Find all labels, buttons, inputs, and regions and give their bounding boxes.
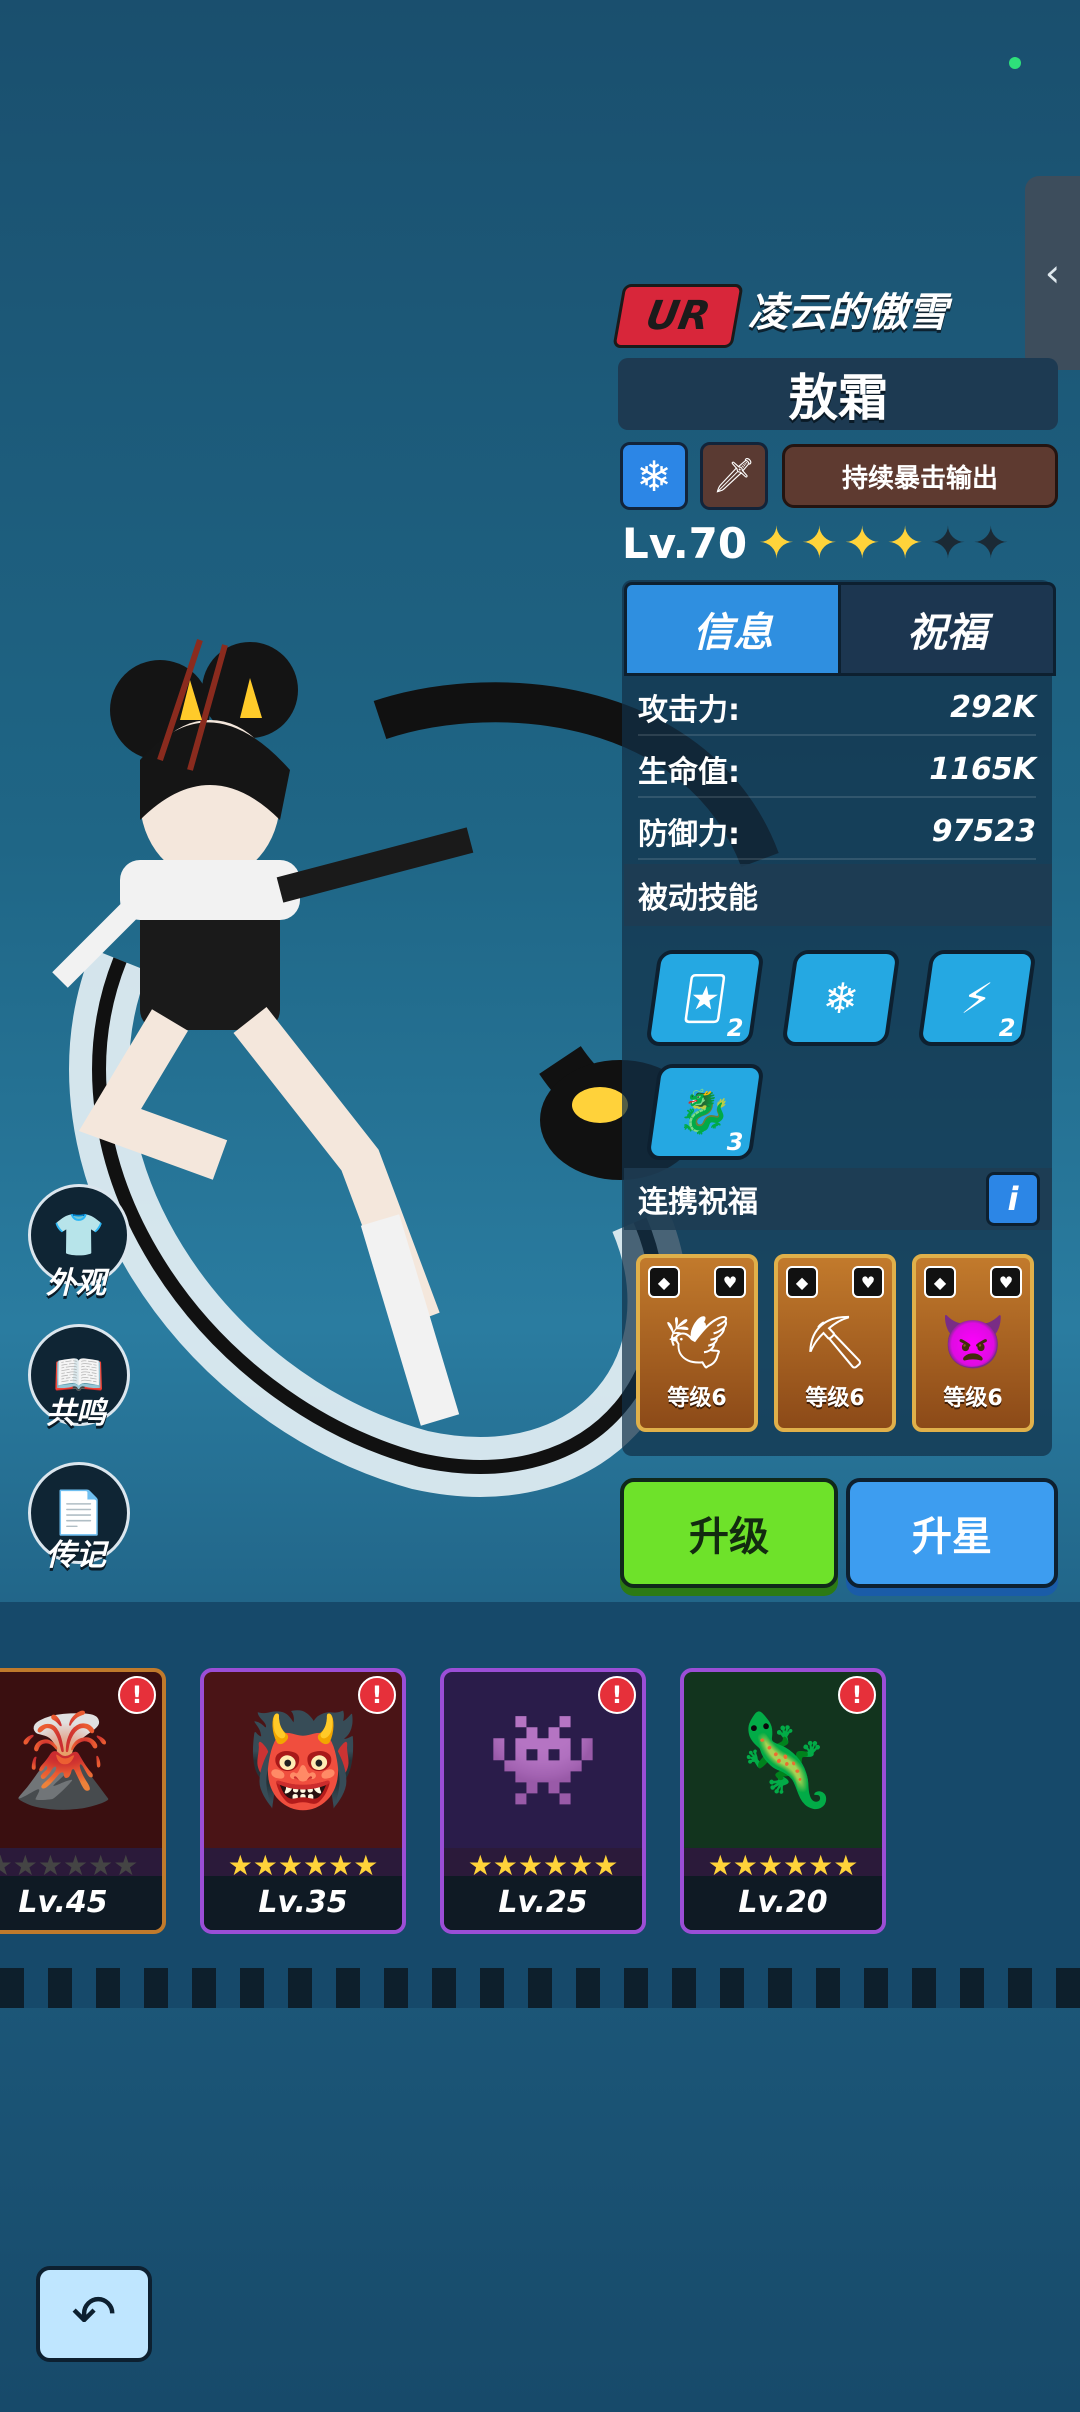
collapse-panel-button[interactable]: ‹	[1025, 176, 1080, 370]
tab-info[interactable]: 信息	[624, 582, 842, 676]
heart-icon: ♥	[852, 1266, 884, 1298]
pet-card[interactable]: 👹 ★★★★★★ Lv.35 !	[200, 1668, 406, 1934]
alert-icon: !	[118, 1676, 156, 1714]
back-arrow-icon: ↶	[71, 2282, 117, 2346]
skill-count: 3	[727, 1128, 744, 1156]
star-filled-icon: ✦	[758, 518, 795, 569]
passive-skill[interactable]: 🐉 3	[645, 1064, 765, 1160]
stat-value: 97523	[931, 813, 1036, 849]
hero-level: Lv.70	[622, 519, 748, 568]
hero-name: 敖霜	[618, 358, 1058, 430]
snowflake-icon: ❄	[819, 973, 863, 1023]
star-filled-icon: ✦	[843, 518, 881, 569]
stat-row-defense: 防御力: 97523	[638, 804, 1036, 860]
stat-value: 1165K	[929, 751, 1036, 787]
alert-icon: !	[838, 1676, 876, 1714]
pet-level: Lv.20	[684, 1876, 882, 1930]
blessing-card[interactable]: ◆ ♥ 🕊 等级6	[636, 1254, 758, 1432]
passive-skill[interactable]: ⚡ 2	[917, 950, 1037, 1046]
role-button[interactable]: 🗡	[700, 442, 768, 510]
bird-icon: 🕊	[663, 1312, 730, 1373]
upgrade-button[interactable]: 升级	[620, 1478, 838, 1588]
status-indicator	[1009, 57, 1021, 69]
pet-level: Lv.35	[204, 1876, 402, 1930]
element-button[interactable]: ❄	[620, 442, 688, 510]
pet-card[interactable]: 👾 ★★★★★★ Lv.25 !	[440, 1668, 646, 1934]
info-button[interactable]: i	[986, 1172, 1040, 1226]
hero-stars: ✦ ✦ ✦ ✦ ✦ ✦	[758, 518, 1009, 570]
card-dice-icon: 🃏	[680, 973, 730, 1023]
hero-title: 凌云的傲雪	[748, 290, 948, 336]
biography-label: 传记	[46, 1538, 106, 1573]
passive-skill[interactable]: ❄	[781, 950, 901, 1046]
snowflake-icon: ❄	[636, 451, 672, 501]
blessing-type-icon: ◆	[786, 1266, 818, 1298]
stat-row-hp: 生命值: 1165K	[638, 742, 1036, 798]
stat-row-attack: 攻击力: 292K	[638, 680, 1036, 736]
heart-icon: ♥	[990, 1266, 1022, 1298]
pet-level: Lv.25	[444, 1876, 642, 1930]
demon-icon: 👿	[940, 1312, 1006, 1373]
skill-count: 2	[999, 1014, 1016, 1042]
blessing-level: 等级6	[667, 1386, 727, 1411]
pet-card[interactable]: 🌋 ★★★★★★ Lv.45 !	[0, 1668, 166, 1934]
shirt-icon: 👕	[52, 1210, 106, 1259]
star-filled-icon: ✦	[886, 518, 924, 569]
resonance-label: 共鸣	[46, 1396, 106, 1431]
passive-skills-heading: 被动技能	[624, 864, 1052, 926]
rarity-badge: UR	[612, 284, 744, 348]
star-empty-icon: ✦	[929, 518, 967, 569]
passive-skill[interactable]: 🃏 2	[645, 950, 765, 1046]
gold-pickaxe-icon: ⛏	[801, 1312, 868, 1373]
heart-icon: ♥	[714, 1266, 746, 1298]
sword-icon: 🗡	[712, 456, 756, 496]
star-filled-icon: ✦	[800, 518, 838, 569]
tab-blessing[interactable]: 祝福	[838, 582, 1056, 676]
alert-icon: !	[598, 1676, 636, 1714]
star-empty-icon: ✦	[972, 518, 1010, 569]
claw-slash-icon: ⚡	[958, 973, 996, 1023]
star-up-button[interactable]: 升星	[846, 1478, 1058, 1588]
appearance-label: 外观	[46, 1266, 106, 1301]
blessing-card[interactable]: ◆ ♥ ⛏ 等级6	[774, 1254, 896, 1432]
blessing-type-icon: ◆	[648, 1266, 680, 1298]
stat-label: 攻击力:	[638, 693, 740, 728]
alert-icon: !	[358, 1676, 396, 1714]
skill-count: 2	[727, 1014, 744, 1042]
dragon-head-icon: 🐉	[675, 1087, 735, 1136]
trait-tag[interactable]: 持续暴击输出	[782, 444, 1058, 508]
roster-divider	[0, 1968, 1080, 2008]
stat-label: 生命值:	[638, 755, 740, 790]
stat-label: 防御力:	[638, 817, 740, 852]
chevron-left-icon: ‹	[1044, 251, 1061, 295]
pet-card[interactable]: 🦎 ★★★★★★ Lv.20 !	[680, 1668, 886, 1934]
pet-level: Lv.45	[0, 1876, 162, 1930]
blessing-level: 等级6	[805, 1386, 865, 1411]
blessing-level: 等级6	[943, 1386, 1003, 1411]
stat-value: 292K	[950, 689, 1036, 725]
blessing-card[interactable]: ◆ ♥ 👿 等级6	[912, 1254, 1034, 1432]
back-button[interactable]: ↶	[36, 2266, 152, 2362]
blessing-type-icon: ◆	[924, 1266, 956, 1298]
